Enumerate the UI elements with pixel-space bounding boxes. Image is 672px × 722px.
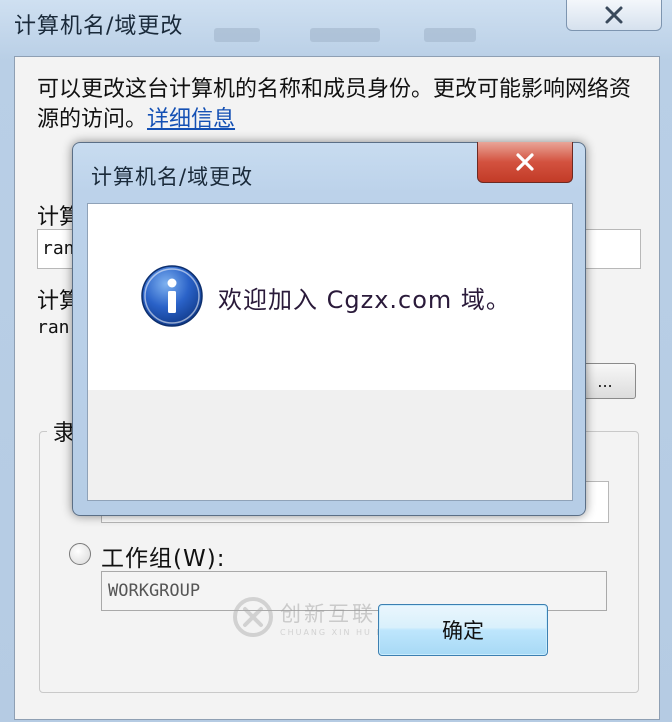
watermark-logo-icon: [233, 597, 273, 637]
info-icon: [141, 265, 203, 327]
dialog-close-button[interactable]: [477, 142, 573, 183]
computer-name-value: ran: [42, 238, 75, 259]
outer-window-title: 计算机名/域更改: [14, 14, 184, 39]
dialog-title: 计算机名/域更改: [91, 165, 254, 189]
dialog-footer: 确定: [88, 390, 572, 656]
ok-button[interactable]: 确定: [378, 604, 548, 656]
dialog-message-area: 欢迎加入 Cgzx.com 域。: [88, 204, 572, 390]
dialog-content: 欢迎加入 Cgzx.com 域。 确定: [87, 203, 573, 656]
workgroup-radio[interactable]: [69, 543, 91, 565]
close-icon: [516, 153, 534, 171]
description-text: 可以更改这台计算机的名称和成员身份。更改可能影响网络资源的访问。: [37, 77, 632, 132]
tab-hint: [424, 28, 476, 42]
close-icon: [605, 6, 623, 24]
message-dialog: 计算机名/域更改 欢迎加入 Cgzx.com 域。 确定: [72, 142, 586, 656]
details-link[interactable]: 详细信息: [147, 107, 235, 132]
tab-hint: [214, 28, 260, 42]
tab-hint: [310, 28, 380, 42]
outer-close-button[interactable]: [566, 0, 662, 31]
dialog-message: 欢迎加入 Cgzx.com 域。: [218, 286, 511, 314]
workgroup-radio-label: 工作组(W):: [101, 546, 226, 572]
description: 可以更改这台计算机的名称和成员身份。更改可能影响网络资源的访问。详细信息: [37, 75, 647, 135]
full-name-value: ran: [37, 317, 70, 338]
